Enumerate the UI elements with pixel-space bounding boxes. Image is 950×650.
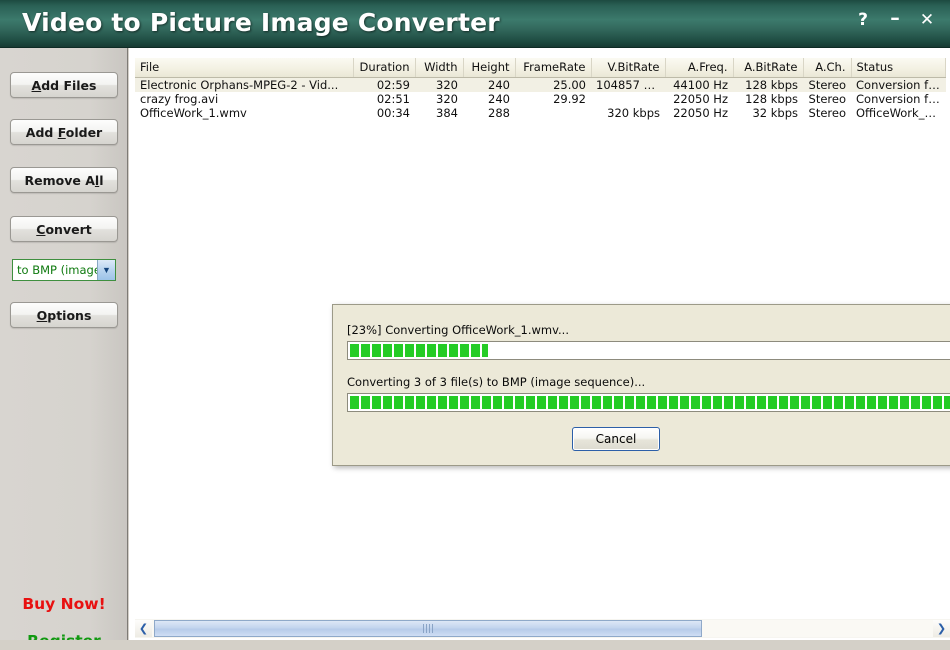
convert-button[interactable]: Convert (10, 216, 118, 242)
table-cell: 25.00 (515, 77, 591, 92)
column-header-a-ch[interactable]: A.Ch. (803, 58, 852, 78)
table-cell: 128 kbps (733, 77, 803, 92)
table-cell: Stereo (803, 105, 851, 120)
scrollbar-grip-icon (423, 624, 433, 633)
column-header-a-bitrate[interactable]: A.BitRate (733, 58, 804, 78)
table-cell: 44100 Hz (665, 77, 733, 92)
table-row[interactable]: OfficeWork_1.wmv 00:34 384 288 320 kbps 22050… (135, 105, 946, 120)
table-cell: 288 (463, 105, 515, 120)
overall-progress-fill (350, 396, 950, 409)
overall-progress-bar (347, 393, 950, 412)
table-cell: Conversion failure (Error open (851, 77, 946, 92)
table-header-row: File Duration Width Height FrameRate V.BitRat… (135, 58, 946, 78)
remove-all-label: Remove All (24, 172, 104, 188)
overall-progress-label: Converting 3 of 3 file(s) to BMP (image … (347, 375, 646, 389)
table-cell: 22050 Hz (665, 91, 733, 106)
add-folder-label: Add Folder (25, 124, 103, 140)
buy-now-link[interactable]: Buy Now! (0, 595, 128, 613)
table-cell: 128 kbps (733, 91, 803, 106)
horizontal-scrollbar[interactable]: ❮ ❯ (135, 619, 950, 638)
table-cell: OfficeWork_1.wmv (135, 105, 353, 120)
main-content: File Duration Width Height FrameRate V.BitRat… (129, 48, 950, 650)
table-cell: Stereo (803, 77, 851, 92)
table-cell: Conversion failure (Error open (851, 91, 946, 106)
table-cell: 00:34 (353, 105, 415, 120)
table-cell: crazy frog.avi (135, 91, 353, 106)
table-cell: 104857 k... (591, 77, 665, 92)
scrollbar-track[interactable] (152, 620, 933, 637)
file-list-body: Electronic Orphans-MPEG-2 - Vid... 02:59 3… (135, 77, 946, 120)
cancel-button[interactable]: Cancel (572, 427, 660, 451)
column-header-width[interactable]: Width (415, 58, 464, 78)
minimize-icon[interactable]: – (886, 9, 904, 28)
close-icon[interactable]: ✕ (918, 12, 936, 30)
table-cell: 02:59 (353, 77, 415, 92)
column-header-v-bitrate[interactable]: V.BitRate (591, 58, 666, 78)
table-cell: 02:51 (353, 91, 415, 106)
column-header-a-freq[interactable]: A.Freq. (665, 58, 734, 78)
convert-label: Convert (36, 221, 92, 237)
table-cell (515, 105, 591, 120)
title-bar: Video to Picture Image Converter ? – ✕ (0, 0, 950, 48)
scroll-left-arrow-icon[interactable]: ❮ (135, 620, 152, 637)
column-header-file[interactable]: File (135, 58, 354, 78)
column-header-status[interactable]: Status (851, 58, 946, 78)
current-file-progress-fill (350, 344, 488, 357)
options-button[interactable]: Options (10, 302, 118, 328)
table-cell: 22050 Hz (665, 105, 733, 120)
help-icon[interactable]: ? (854, 12, 872, 30)
table-cell: 32 kbps (733, 105, 803, 120)
table-cell: 240 (463, 91, 515, 106)
scrollbar-thumb[interactable] (154, 620, 702, 637)
column-header-framerate[interactable]: FrameRate (515, 58, 592, 78)
current-file-progress-label: [23%] Converting OfficeWork_1.wmv... (347, 323, 569, 337)
column-header-duration[interactable]: Duration (353, 58, 416, 78)
table-row[interactable]: Electronic Orphans-MPEG-2 - Vid... 02:59 3… (135, 77, 946, 92)
sidebar: Add Files Add Folder Remove All Convert … (0, 48, 128, 650)
table-cell: 29.92 (515, 91, 591, 106)
add-files-button[interactable]: Add Files (10, 72, 118, 98)
table-cell: 320 (415, 91, 463, 106)
options-label: Options (36, 307, 92, 323)
table-cell: 384 (415, 105, 463, 120)
table-cell: Stereo (803, 91, 851, 106)
window-bottom-strip (0, 640, 950, 650)
remove-all-button[interactable]: Remove All (10, 167, 118, 193)
table-cell (591, 91, 665, 106)
table-cell: 320 (415, 77, 463, 92)
conversion-progress-dialog: [23%] Converting OfficeWork_1.wmv... Con… (332, 304, 950, 466)
chevron-down-icon[interactable]: ▼ (97, 260, 115, 280)
table-cell: Electronic Orphans-MPEG-2 - Vid... (135, 77, 353, 92)
table-cell: 240 (463, 77, 515, 92)
window-controls: ? – ✕ (854, 9, 936, 30)
application-window: Video to Picture Image Converter ? – ✕ A… (0, 0, 950, 650)
window-title: Video to Picture Image Converter (22, 8, 500, 37)
output-format-select[interactable]: to BMP (image : ▼ (12, 259, 116, 281)
table-cell: 320 kbps (591, 105, 665, 120)
current-file-progress-bar (347, 341, 950, 360)
file-list-table: File Duration Width Height FrameRate V.BitRat… (135, 58, 946, 120)
table-cell: OfficeWork_1_001.bmp (851, 105, 946, 120)
add-folder-button[interactable]: Add Folder (10, 119, 118, 145)
add-files-label: Add Files (31, 77, 97, 93)
file-list-header: File Duration Width Height FrameRate V.BitRat… (135, 58, 946, 78)
table-row[interactable]: crazy frog.avi 02:51 320 240 29.92 22050 Hz 12… (135, 91, 946, 106)
output-format-value: to BMP (image : (17, 263, 97, 277)
column-header-height[interactable]: Height (463, 58, 516, 78)
scroll-right-arrow-icon[interactable]: ❯ (933, 620, 950, 637)
